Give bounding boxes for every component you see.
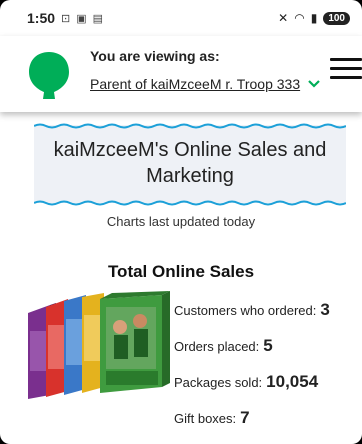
stat-value: 7	[240, 408, 250, 427]
menu-button[interactable]	[330, 58, 362, 82]
stat-value: 5	[263, 336, 273, 355]
cookie-boxes-image	[28, 291, 170, 399]
viewing-as-value: Parent of kaiMzceeM r. Troop 333	[90, 76, 301, 92]
title-banner: kaiMzceeM's Online Sales and Marketing	[34, 123, 346, 206]
viewing-as-selector[interactable]: Parent of kaiMzceeM r. Troop 333	[90, 76, 320, 92]
status-bar: 1:50 ⊡ ▣ ▤ ✕ ◠ ▮ 100	[0, 0, 362, 36]
charts-updated-text: Charts last updated today	[106, 214, 256, 229]
phone-screen: 1:50 ⊡ ▣ ▤ ✕ ◠ ▮ 100 You are viewing as:…	[0, 0, 362, 444]
section-title: Total Online Sales	[107, 262, 255, 281]
photo-icon: ▣	[76, 12, 87, 25]
wave-divider	[34, 123, 346, 129]
stat-customers: Customers who ordered: 3	[174, 300, 360, 336]
stat-label: Orders placed:	[174, 339, 260, 354]
wave-divider	[34, 200, 346, 206]
stat-value: 3	[320, 300, 330, 319]
stat-packages: Packages sold: 10,054	[174, 372, 360, 408]
chat-icon: ▤	[92, 12, 104, 25]
stat-gift-boxes: Gift boxes: 7	[174, 408, 360, 444]
page-title: kaiMzceeM's Online Sales and Marketing	[53, 139, 327, 187]
signal-icon: ▮	[310, 11, 318, 25]
stat-value: 10,054	[266, 372, 319, 391]
mute-icon: ✕	[278, 11, 289, 25]
stat-label: Gift boxes:	[174, 411, 237, 426]
message-icon: ⊡	[61, 12, 71, 25]
viewing-as-label: You are viewing as:	[90, 48, 220, 64]
app-header: You are viewing as: Parent of kaiMzceeM …	[0, 36, 362, 112]
stat-label: Packages sold:	[174, 375, 263, 390]
chevron-down-icon	[308, 80, 320, 88]
hamburger-line	[330, 67, 362, 70]
sales-stats: Customers who ordered: 3 Orders placed: …	[174, 300, 360, 444]
battery-icon: 100	[323, 11, 350, 25]
wifi-icon: ◠	[294, 11, 305, 25]
hamburger-line	[330, 58, 362, 61]
status-time: 1:50	[27, 10, 56, 26]
hamburger-line	[330, 76, 362, 79]
girl-scouts-logo-icon	[29, 52, 69, 99]
stat-orders: Orders placed: 5	[174, 336, 360, 372]
stat-label: Customers who ordered:	[174, 303, 317, 318]
